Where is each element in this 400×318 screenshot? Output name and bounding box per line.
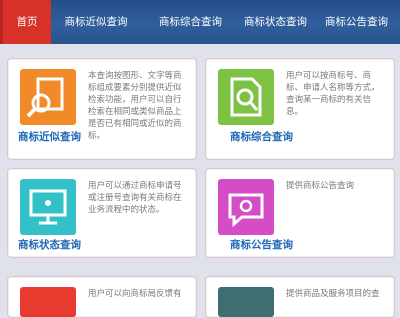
card-description: 本查询按图形、文字等商标组成要素分别提供近似检索功能，用户可以自行检索在相同或类… [88,71,182,141]
card-announcement-search[interactable]: 商标公告查询 提供商标公告查询 [205,168,395,258]
announcement-icon [218,179,274,235]
card-comprehensive-search[interactable]: 商标综合查询 用户可以按商标号、商标、申请人名称等方式，查询某一商标的有关信息。 [205,58,395,160]
card-title: 商标公告查询 [230,239,293,251]
document-search-icon [218,69,274,125]
card-feedback[interactable]: 用户可以向商标局反馈有 [7,276,197,318]
card-title: 商标近似查询 [18,131,81,143]
card-description: 提供商标公告查询 [286,181,355,191]
card-description: 用户可以向商标局反馈有 [88,289,182,299]
nav-home[interactable]: 首页 [0,0,51,44]
card-title: 商标综合查询 [230,131,293,143]
card-title: 商标状态查询 [18,239,81,251]
card-description: 提供商品及服务项目的查 [286,289,380,299]
top-nav: 首页 商标近似查询 商标综合查询 商标状态查询 商标公告查询 [0,0,400,44]
card-goods-services[interactable]: 提供商品及服务项目的查 [205,276,395,318]
card-status-search[interactable]: 商标状态查询 用户可以通过商标申请号或注册号查询有关商标在业务流程中的状态。 [7,168,197,258]
nav-similar-search[interactable]: 商标近似查询 [49,0,143,44]
nav-announcement-search[interactable]: 商标公告查询 [313,0,400,44]
monitor-icon [20,179,76,235]
card-description: 用户可以按商标号、商标、申请人名称等方式，查询某一商标的有关信息。 [286,71,380,117]
partial-icon [218,287,274,317]
card-similar-search[interactable]: 商标近似查询 本查询按图形、文字等商标组成要素分别提供近似检索功能，用户可以自行… [7,58,197,160]
partial-icon [20,287,76,317]
nav-status-search[interactable]: 商标状态查询 [238,0,313,44]
nav-comprehensive-search[interactable]: 商标综合查询 [143,0,238,44]
card-description: 用户可以通过商标申请号或注册号查询有关商标在业务流程中的状态。 [88,181,182,215]
search-document-icon [20,69,76,125]
